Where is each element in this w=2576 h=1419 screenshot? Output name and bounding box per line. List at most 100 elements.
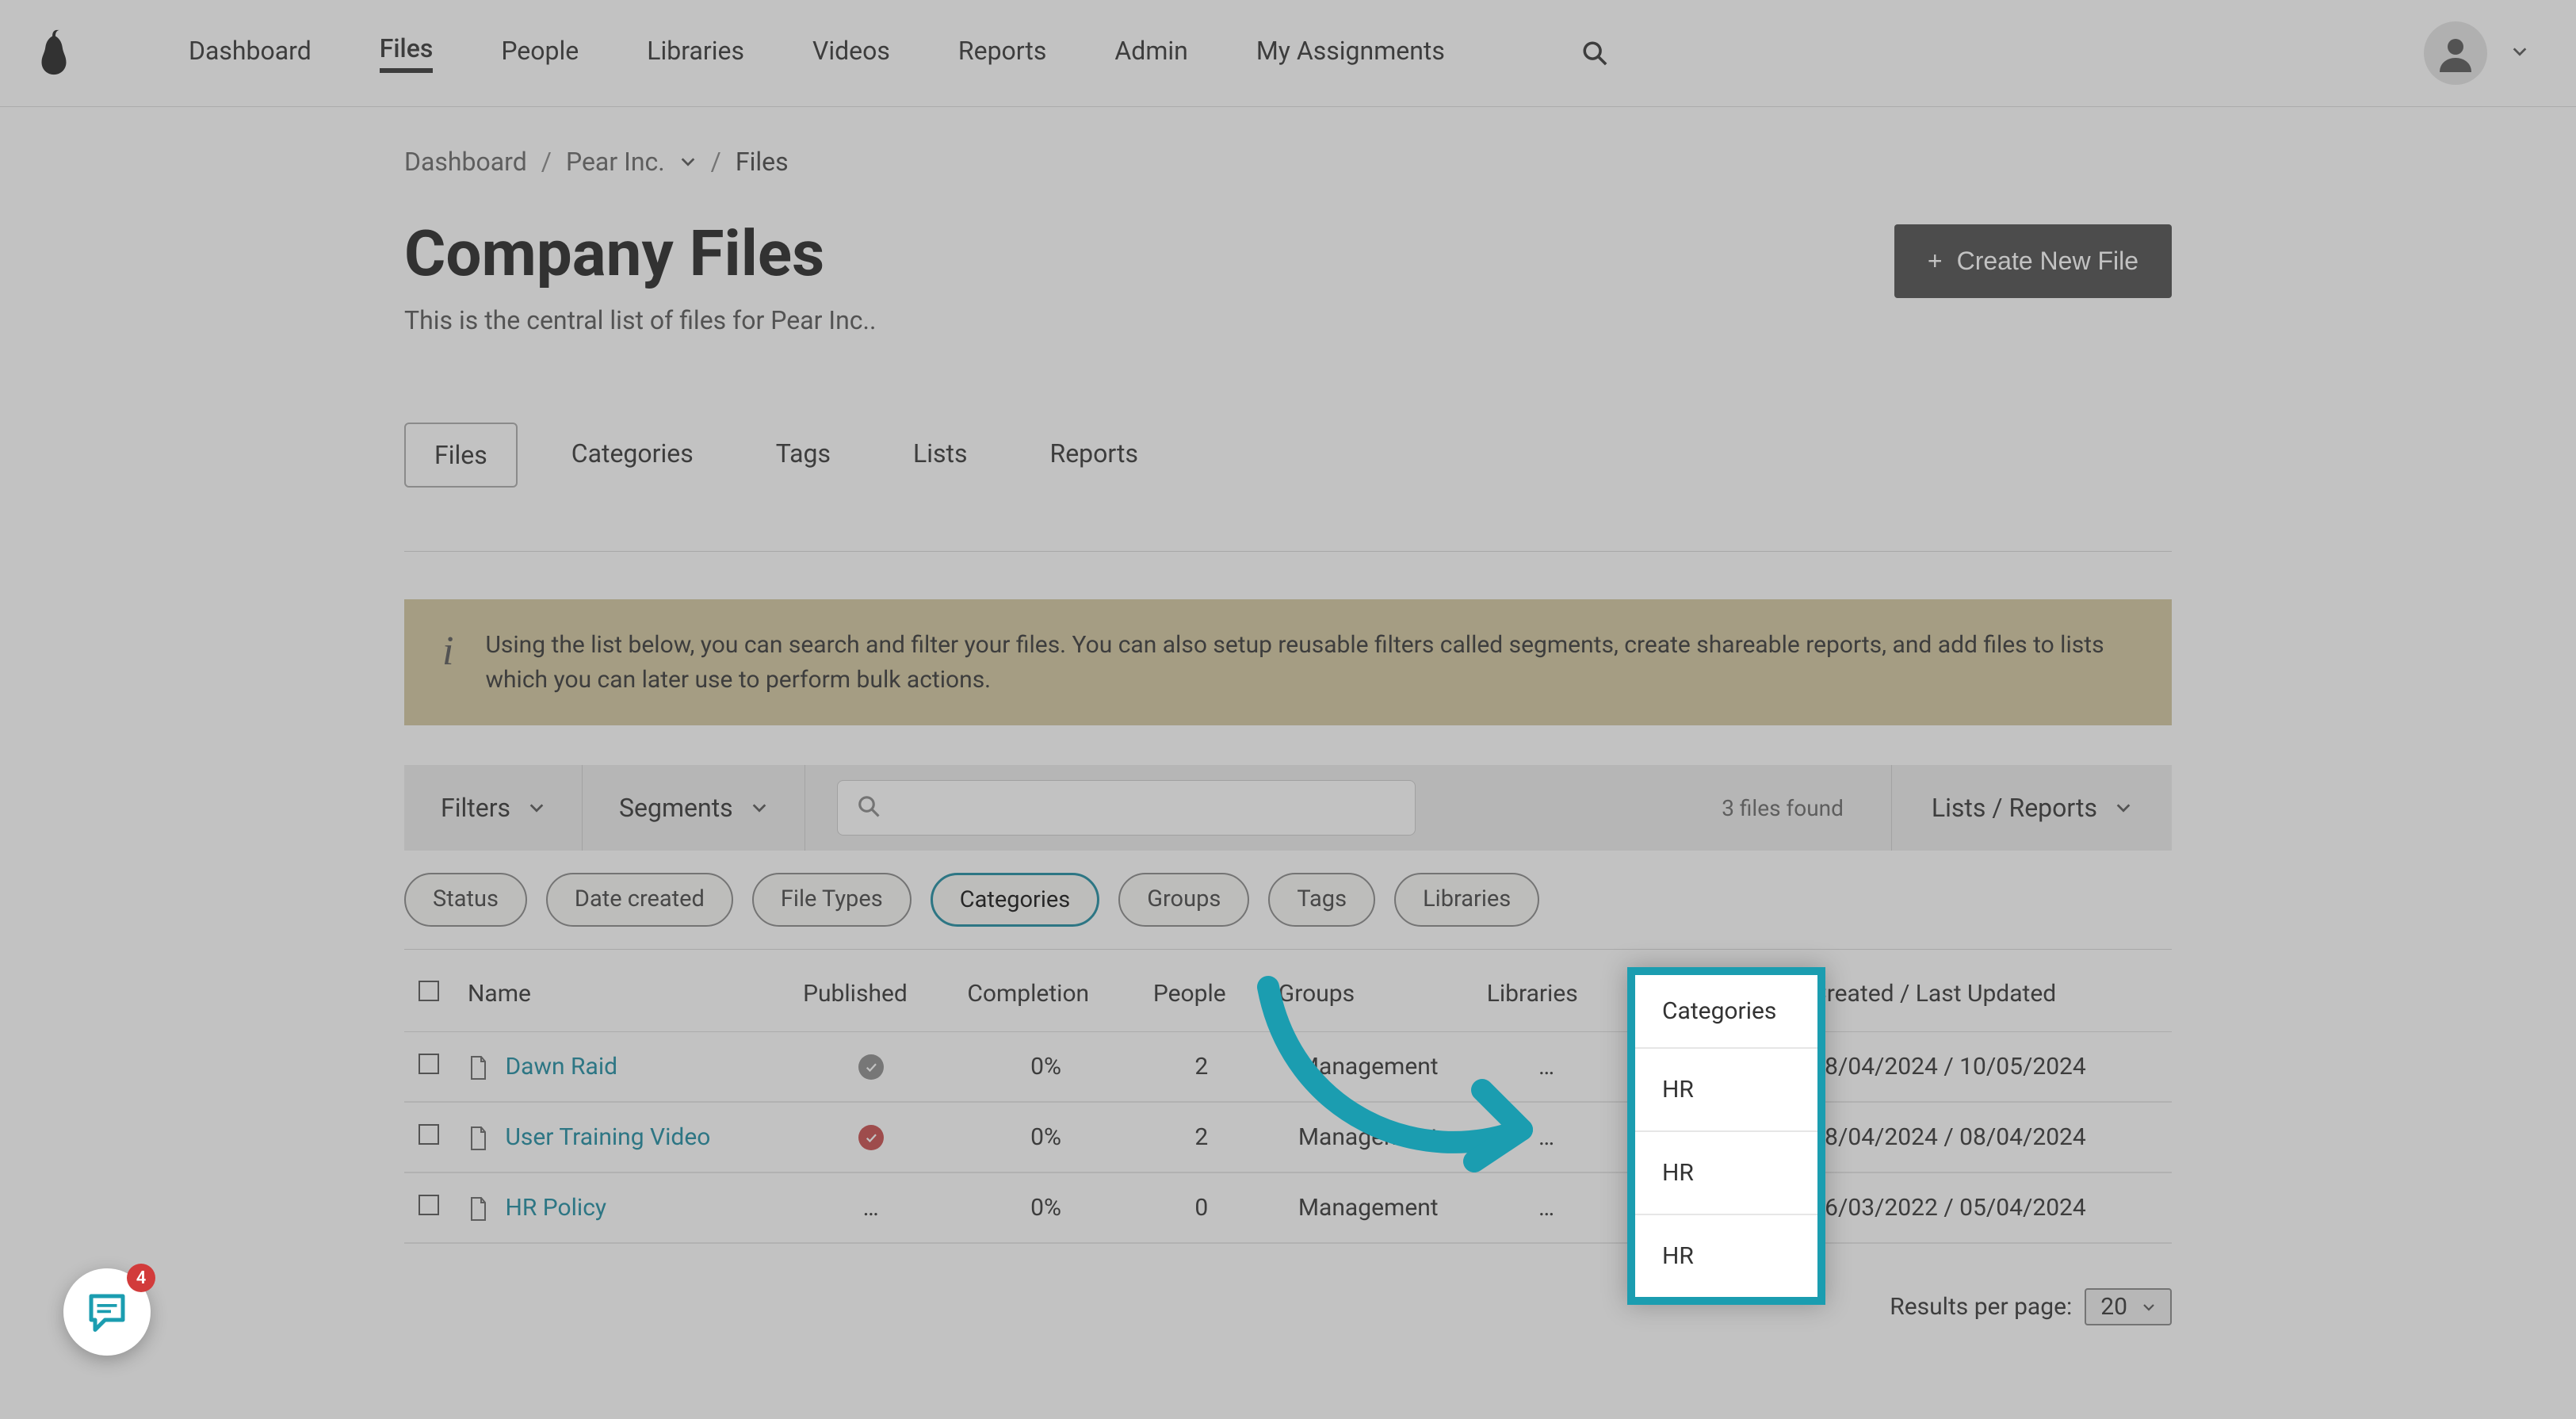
divider: [404, 551, 2172, 552]
file-name-link[interactable]: HR Policy: [505, 1194, 606, 1222]
page-subtitle: This is the central list of files for Pe…: [404, 305, 876, 335]
results-per-page: Results per page: 20: [404, 1288, 2172, 1325]
chevron-down-icon: [2142, 1293, 2156, 1321]
breadcrumb-separator: /: [711, 147, 721, 177]
segments-label: Segments: [619, 793, 733, 823]
highlight-cell: HR: [1635, 1049, 1817, 1132]
highlight-cell: HR: [1635, 1132, 1817, 1215]
col-name[interactable]: Name: [453, 956, 789, 1032]
sub-tabs: Files Categories Tags Lists Reports: [404, 423, 2172, 488]
cell-groups: Management: [1264, 1102, 1473, 1172]
highlight-header: Categories: [1635, 975, 1817, 1049]
breadcrumb-separator: /: [541, 147, 552, 177]
nav-dashboard[interactable]: Dashboard: [189, 36, 311, 71]
published-badge: [858, 1054, 884, 1080]
segments-dropdown[interactable]: Segments: [583, 765, 805, 851]
col-published[interactable]: Published: [789, 956, 953, 1032]
cell-libraries: …: [1473, 1032, 1621, 1103]
highlight-cell: HR: [1635, 1215, 1817, 1297]
file-name-link[interactable]: Dawn Raid: [505, 1053, 617, 1081]
col-people[interactable]: People: [1139, 956, 1264, 1032]
row-checkbox[interactable]: [419, 1054, 439, 1074]
cell-published-text: …: [789, 1172, 953, 1243]
cell-completion: 0%: [953, 1032, 1139, 1103]
chip-tags[interactable]: Tags: [1268, 873, 1375, 927]
row-checkbox[interactable]: [419, 1124, 439, 1145]
filter-toolbar: Filters Segments 3 files found Lists / R…: [404, 765, 2172, 851]
search-input[interactable]: [837, 780, 1416, 836]
plus-icon: +: [1928, 247, 1943, 276]
chip-libraries[interactable]: Libraries: [1394, 873, 1539, 927]
page-body: Dashboard / Pear Inc. / Files Company Fi…: [0, 107, 2576, 1325]
col-created-updated[interactable]: Created / Last Updated: [1797, 956, 2172, 1032]
account-menu[interactable]: [2424, 21, 2528, 85]
files-table: Name Published Completion People Groups …: [404, 956, 2172, 1244]
table-row: User Training Video 0% 2 Management … HR…: [404, 1102, 2172, 1172]
file-icon: [468, 1126, 488, 1151]
cell-completion: 0%: [953, 1172, 1139, 1243]
filter-chips: Status Date created File Types Categorie…: [404, 873, 2172, 927]
breadcrumb-dashboard[interactable]: Dashboard: [404, 147, 527, 177]
subtab-categories[interactable]: Categories: [543, 423, 722, 488]
info-callout: i Using the list below, you can search a…: [404, 599, 2172, 725]
title-row: Company Files This is the central list o…: [404, 216, 2172, 335]
chip-file-types[interactable]: File Types: [752, 873, 912, 927]
nav-reports[interactable]: Reports: [958, 36, 1047, 71]
nav-videos[interactable]: Videos: [812, 36, 890, 71]
nav-libraries[interactable]: Libraries: [647, 36, 744, 71]
chevron-down-icon: [751, 793, 768, 823]
nav-people[interactable]: People: [501, 36, 579, 71]
create-new-file-button[interactable]: + Create New File: [1894, 224, 2172, 298]
top-nav: Dashboard Files People Libraries Videos …: [189, 33, 1608, 73]
app-logo[interactable]: [22, 27, 86, 79]
filters-label: Filters: [441, 793, 510, 823]
cell-people: 2: [1139, 1032, 1264, 1103]
subtab-lists[interactable]: Lists: [885, 423, 996, 488]
help-chat-button[interactable]: 4: [63, 1268, 151, 1356]
col-libraries[interactable]: Libraries: [1473, 956, 1621, 1032]
cell-libraries: …: [1473, 1172, 1621, 1243]
info-icon: i: [442, 631, 453, 672]
chip-date-created[interactable]: Date created: [546, 873, 733, 927]
subtab-files[interactable]: Files: [404, 423, 518, 488]
search-icon: [857, 794, 881, 821]
nav-admin[interactable]: Admin: [1114, 36, 1187, 71]
select-all-checkbox[interactable]: [419, 981, 439, 1001]
chip-status[interactable]: Status: [404, 873, 527, 927]
chevron-down-icon: [528, 793, 545, 823]
col-groups[interactable]: Groups: [1264, 956, 1473, 1032]
subtab-reports[interactable]: Reports: [1021, 423, 1167, 488]
pear-logo-icon: [35, 27, 73, 79]
chip-groups[interactable]: Groups: [1118, 873, 1249, 927]
cell-groups: Management: [1264, 1032, 1473, 1103]
file-name-link[interactable]: User Training Video: [505, 1123, 710, 1151]
chat-icon: [83, 1288, 131, 1336]
cell-groups: Management: [1264, 1172, 1473, 1243]
filters-dropdown[interactable]: Filters: [404, 765, 583, 851]
nav-files[interactable]: Files: [380, 33, 434, 73]
file-icon: [468, 1196, 488, 1222]
table-row: Dawn Raid 0% 2 Management … HR 08/04/202…: [404, 1032, 2172, 1103]
file-icon: [468, 1055, 488, 1081]
chevron-down-icon: [2511, 43, 2528, 63]
results-per-page-label: Results per page:: [1890, 1293, 2072, 1321]
results-per-page-select[interactable]: 20: [2085, 1288, 2172, 1325]
subtab-tags[interactable]: Tags: [747, 423, 859, 488]
lists-reports-label: Lists / Reports: [1932, 793, 2097, 823]
row-checkbox[interactable]: [419, 1195, 439, 1215]
cell-people: 2: [1139, 1102, 1264, 1172]
nav-my-assignments[interactable]: My Assignments: [1256, 36, 1445, 71]
files-found-label: 3 files found: [1722, 795, 1891, 821]
cell-people: 0: [1139, 1172, 1264, 1243]
categories-highlight: Categories HR HR HR: [1627, 967, 1825, 1305]
cell-dates: 08/04/2024 / 08/04/2024: [1797, 1102, 2172, 1172]
user-avatar-icon: [2424, 21, 2487, 85]
chip-categories[interactable]: Categories: [931, 873, 1100, 927]
search-icon[interactable]: [1581, 40, 1608, 67]
chevron-down-icon[interactable]: [679, 147, 697, 177]
toolbar-search: [805, 780, 1447, 836]
breadcrumb-org[interactable]: Pear Inc.: [566, 147, 665, 177]
lists-reports-dropdown[interactable]: Lists / Reports: [1891, 765, 2172, 851]
info-callout-text: Using the list below, you can search and…: [485, 628, 2134, 697]
col-completion[interactable]: Completion: [953, 956, 1139, 1032]
